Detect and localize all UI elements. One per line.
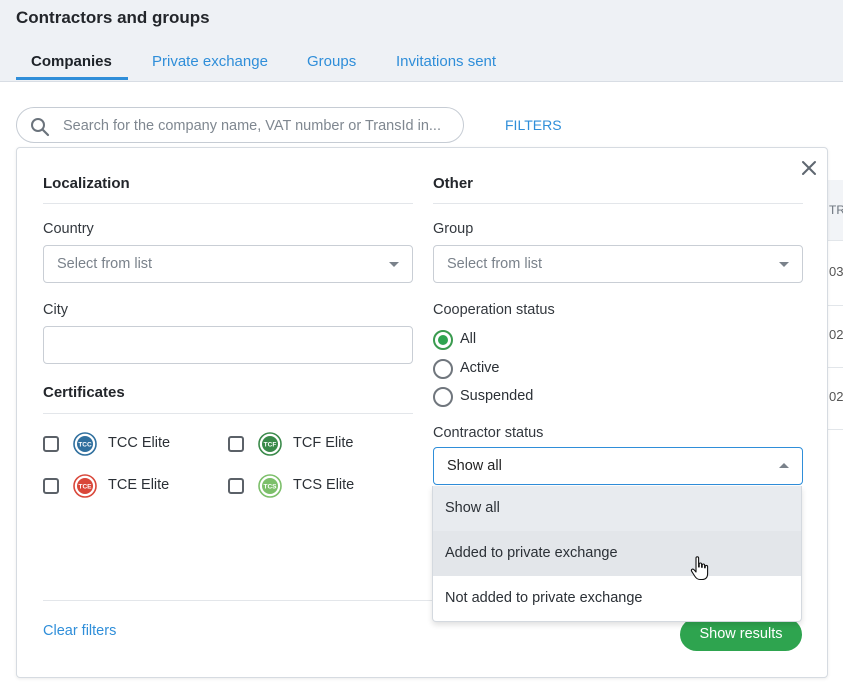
localization-heading: Localization: [43, 175, 130, 192]
divider: [433, 203, 803, 204]
table-cell: 02: [829, 327, 843, 342]
certificate-tcs[interactable]: TCS TCS Elite: [228, 474, 398, 500]
option-label: Not added to private exchange: [445, 590, 643, 606]
search-box[interactable]: [16, 107, 464, 144]
table-cell: 02: [829, 389, 843, 404]
divider: [43, 203, 413, 204]
companies-table: TRA 03 02 02: [827, 180, 843, 430]
radio-button[interactable]: [433, 330, 453, 350]
certificate-tcc[interactable]: TCC TCC Elite: [43, 432, 213, 458]
option-added-to-private-exchange[interactable]: Added to private exchange: [433, 531, 801, 576]
option-not-added-to-private-exchange[interactable]: Not added to private exchange: [433, 576, 801, 621]
cert-badge-text: TCS: [264, 484, 278, 491]
tab-invitations-sent[interactable]: Invitations sent: [396, 53, 496, 70]
tce-badge-icon: TCE: [73, 474, 97, 498]
page-header: Contractors and groups Companies Private…: [0, 0, 843, 82]
tab-groups[interactable]: Groups: [307, 53, 356, 70]
search-icon: [31, 118, 50, 137]
certificates-heading: Certificates: [43, 384, 125, 401]
checkbox[interactable]: [43, 478, 59, 494]
radio-active[interactable]: Active: [433, 359, 553, 381]
other-heading: Other: [433, 175, 474, 192]
tcs-badge-icon: TCS: [258, 474, 282, 498]
radio-all[interactable]: All: [433, 330, 553, 352]
radio-label: Active: [460, 360, 500, 376]
country-label: Country: [43, 221, 94, 237]
cooperation-status-label: Cooperation status: [433, 302, 555, 318]
table-header-cell: TRA: [829, 203, 843, 217]
table-cell: 03: [829, 264, 843, 279]
certificate-label: TCF Elite: [293, 435, 354, 451]
cert-badge-text: TCC: [78, 442, 92, 449]
chevron-up-icon: [779, 463, 789, 468]
active-tab-indicator: [16, 77, 128, 80]
contractor-status-value: Show all: [447, 458, 502, 474]
contractor-status-label: Contractor status: [433, 425, 544, 441]
divider: [43, 600, 433, 601]
divider: [43, 413, 413, 414]
tcc-badge-icon: TCC: [73, 432, 97, 456]
city-label: City: [43, 302, 68, 318]
cert-badge-text: TCE: [79, 484, 93, 491]
clear-filters-link[interactable]: Clear filters: [43, 623, 116, 639]
radio-label: Suspended: [460, 388, 534, 404]
close-icon[interactable]: [800, 159, 818, 177]
chevron-down-icon: [779, 262, 789, 267]
group-label: Group: [433, 221, 474, 237]
page-title: Contractors and groups: [16, 8, 210, 27]
hand-cursor-icon: [690, 556, 709, 581]
checkbox[interactable]: [43, 436, 59, 452]
city-field[interactable]: [43, 326, 413, 364]
filters-button[interactable]: FILTERS: [505, 117, 562, 133]
group-select-value: Select from list: [447, 256, 543, 272]
radio-label: All: [460, 331, 477, 347]
row-divider: [827, 429, 843, 430]
option-label: Added to private exchange: [445, 545, 618, 561]
radio-button[interactable]: [433, 387, 453, 407]
contractor-status-dropdown: Show all Added to private exchange Not a…: [432, 486, 802, 622]
row-divider: [827, 305, 843, 306]
tab-companies[interactable]: Companies: [31, 53, 112, 70]
certificate-label: TCS Elite: [293, 477, 355, 493]
option-label: Show all: [445, 500, 500, 516]
chevron-down-icon: [389, 262, 399, 267]
radio-suspended[interactable]: Suspended: [433, 387, 553, 409]
contractor-status-select[interactable]: Show all: [433, 447, 803, 485]
group-select[interactable]: Select from list: [433, 245, 803, 283]
table-header: TRA: [827, 180, 843, 241]
tcf-badge-icon: TCF: [258, 432, 282, 456]
cert-badge-text: TCF: [264, 442, 277, 449]
row-divider: [827, 367, 843, 368]
certificate-tce[interactable]: TCE TCE Elite: [43, 474, 213, 500]
certificate-label: TCE Elite: [108, 477, 170, 493]
checkbox[interactable]: [228, 478, 244, 494]
option-show-all[interactable]: Show all: [433, 486, 801, 531]
show-results-button[interactable]: Show results: [680, 618, 802, 651]
certificate-label: TCC Elite: [108, 435, 171, 451]
certificate-tcf[interactable]: TCF TCF Elite: [228, 432, 398, 458]
country-select[interactable]: Select from list: [43, 245, 413, 283]
country-select-value: Select from list: [57, 256, 153, 272]
search-input[interactable]: [61, 108, 460, 144]
tab-private-exchange[interactable]: Private exchange: [152, 53, 268, 70]
checkbox[interactable]: [228, 436, 244, 452]
radio-button[interactable]: [433, 359, 453, 379]
